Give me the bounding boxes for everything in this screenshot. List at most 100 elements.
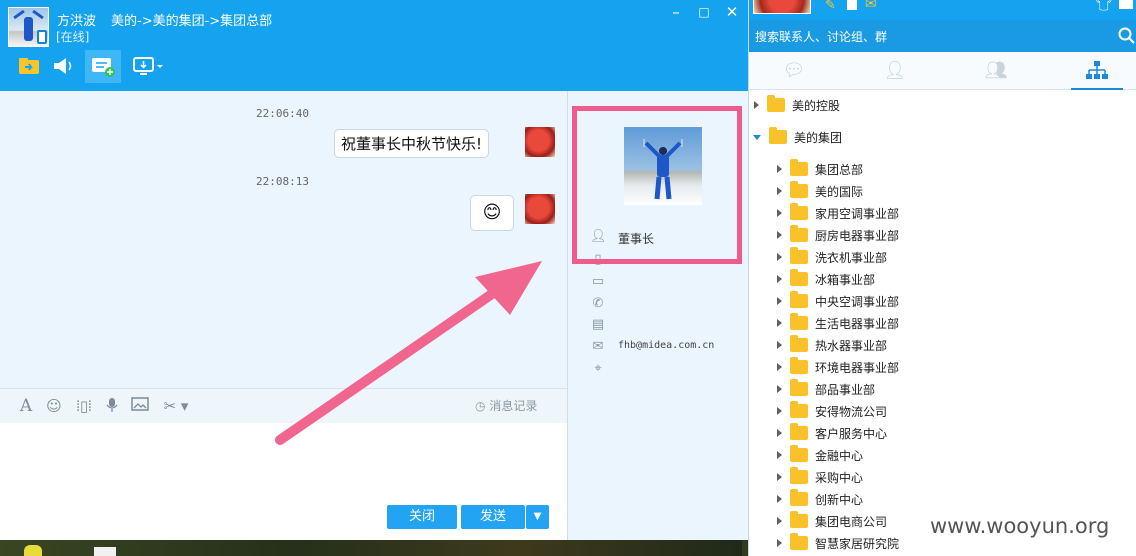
tree-node-department[interactable]: 金融中心 <box>777 445 863 465</box>
history-label: 消息记录 <box>489 399 538 413</box>
file-transfer-icon[interactable] <box>16 53 42 79</box>
message-list: 22:06:40 祝董事长中秋节快乐! 22:08:13 😊 <box>0 91 567 388</box>
profile-email[interactable]: fhb@midea.com.cn <box>618 340 714 351</box>
org-tree-icon[interactable] <box>1085 60 1109 82</box>
font-icon[interactable]: A <box>16 397 36 415</box>
speaker-icon[interactable] <box>50 53 76 79</box>
mail-icon: ✉ <box>592 339 604 354</box>
message-input[interactable]: 关闭 发送 ▼ <box>0 423 567 540</box>
tree-node-department[interactable]: 环境电器事业部 <box>777 357 899 377</box>
collapsed-arrow-icon <box>777 253 782 261</box>
collapsed-arrow-icon <box>777 429 782 437</box>
folder-icon <box>790 423 808 440</box>
collapsed-arrow-icon <box>777 451 782 459</box>
emoji-message-bubble[interactable]: 😊 <box>470 195 514 231</box>
folder-icon <box>790 467 808 484</box>
tree-node-label: 厨房电器事业部 <box>815 228 900 243</box>
company-row: ▭ <box>590 274 740 292</box>
my-avatar[interactable] <box>753 0 811 14</box>
tree-node-label: 金融中心 <box>815 448 864 463</box>
desktop-shortcut-icon[interactable] <box>94 547 116 556</box>
tree-node-department[interactable]: 热水器事业部 <box>777 335 887 355</box>
tree-node-department[interactable]: 安得物流公司 <box>777 401 887 421</box>
tree-node-department[interactable]: 洗衣机事业部 <box>777 247 887 267</box>
folder-icon <box>790 379 808 396</box>
tree-node-department[interactable]: 冰箱事业部 <box>777 269 875 289</box>
watermark: www.wooyun.org <box>930 514 1110 538</box>
folder-icon <box>790 203 808 220</box>
contact-icon[interactable]: 👤︎ <box>883 60 907 82</box>
contact-status: [在线] <box>56 30 90 44</box>
shake-icon[interactable]: ⦙▯⦙ <box>74 397 94 415</box>
folder-icon <box>790 401 808 418</box>
tree-node-department[interactable]: 集团总部 <box>777 159 863 179</box>
folder-icon <box>790 489 808 506</box>
minimize-button[interactable]: – <box>667 3 685 21</box>
folder-icon <box>767 95 785 112</box>
tree-node-department[interactable]: 部品事业部 <box>777 379 875 399</box>
send-button[interactable]: 发送 <box>461 505 525 529</box>
collapsed-arrow-icon <box>777 473 782 481</box>
group-icon[interactable]: 👥︎ <box>984 60 1008 82</box>
folder-icon <box>790 247 808 264</box>
search-placeholder: 搜索联系人、讨论组、群 <box>755 30 888 44</box>
tree-node-department[interactable]: 采购中心 <box>777 467 863 487</box>
tree-node-label: 美的控股 <box>792 98 841 113</box>
folder-icon <box>790 533 808 550</box>
tree-node-department[interactable]: 智慧家居研究院 <box>777 533 899 553</box>
desktop-shortcut-icon[interactable] <box>24 545 42 556</box>
im-row: ▤ <box>590 317 740 335</box>
folder-icon <box>790 445 808 462</box>
message-add-icon[interactable] <box>85 50 121 83</box>
screen-share-icon[interactable] <box>132 53 166 79</box>
tree-node-department[interactable]: 厨房电器事业部 <box>777 225 899 245</box>
message-box-icon[interactable] <box>1119 0 1133 9</box>
tree-node-label: 生活电器事业部 <box>815 316 900 331</box>
tree-node-label: 美的国际 <box>815 184 864 199</box>
contact-search[interactable]: 搜索联系人、讨论组、群 <box>749 20 1136 52</box>
tree-node-department[interactable]: 生活电器事业部 <box>777 313 899 333</box>
input-toolbar: A ☺ ⦙▯⦙ ✂ ▾ ◷ 消息记录 <box>0 388 567 423</box>
folder-icon <box>790 313 808 330</box>
tree-node-label: 中央空调事业部 <box>815 294 900 309</box>
tree-node-department[interactable]: 客户服务中心 <box>777 423 887 443</box>
notes-icon[interactable] <box>847 0 857 10</box>
tree-node-department[interactable]: 美的国际 <box>777 181 863 201</box>
clock-icon: ◷ <box>475 399 486 413</box>
image-icon[interactable] <box>130 397 150 415</box>
id-card-icon: ▭ <box>591 274 605 289</box>
voice-icon[interactable] <box>102 397 122 415</box>
close-window-button[interactable]: ✕ <box>723 3 741 21</box>
collapsed-arrow-icon <box>777 341 782 349</box>
message-history-link[interactable]: ◷ 消息记录 <box>475 397 537 414</box>
folder-icon <box>769 127 787 144</box>
maximize-button[interactable]: □ <box>695 3 713 21</box>
close-button[interactable]: 关闭 <box>387 505 457 529</box>
shirt-icon[interactable]: 👕︎ <box>1095 0 1113 12</box>
mail-icon[interactable]: ✉ <box>865 0 877 12</box>
collapsed-arrow-icon <box>777 517 782 525</box>
tree-node-top[interactable]: 美的集团 <box>753 127 842 147</box>
tree-node-department[interactable]: 创新中心 <box>777 489 863 509</box>
tree-node-label: 集团总部 <box>815 162 864 177</box>
tree-node-department[interactable]: 中央空调事业部 <box>777 291 899 311</box>
folder-icon <box>790 357 808 374</box>
edit-icon[interactable]: ✎ <box>825 0 836 13</box>
tree-node-label: 家用空调事业部 <box>815 206 900 221</box>
send-options-dropdown[interactable]: ▼ <box>526 505 549 529</box>
tree-node-top[interactable]: 美的控股 <box>754 95 840 115</box>
search-icon[interactable] <box>1118 27 1136 45</box>
emoji-icon[interactable]: ☺ <box>44 397 64 415</box>
collapsed-arrow-icon <box>777 539 782 547</box>
tree-node-department[interactable]: 集团电商公司 <box>777 511 887 531</box>
annotation-highlight-box <box>572 106 742 264</box>
message-bubble[interactable]: 祝董事长中秋节快乐! <box>334 129 490 158</box>
email-row[interactable]: ✉ fhb@midea.com.cn <box>590 339 740 357</box>
collapsed-arrow-icon <box>777 319 782 327</box>
tree-node-department[interactable]: 家用空调事业部 <box>777 203 899 223</box>
folder-icon <box>790 159 808 176</box>
screenshot-icon[interactable]: ✂ ▾ <box>158 397 194 415</box>
tree-node-label: 冰箱事业部 <box>815 272 876 287</box>
phone-row: ✆ <box>590 296 740 314</box>
recent-chat-icon[interactable]: 💬︎ <box>782 60 806 82</box>
